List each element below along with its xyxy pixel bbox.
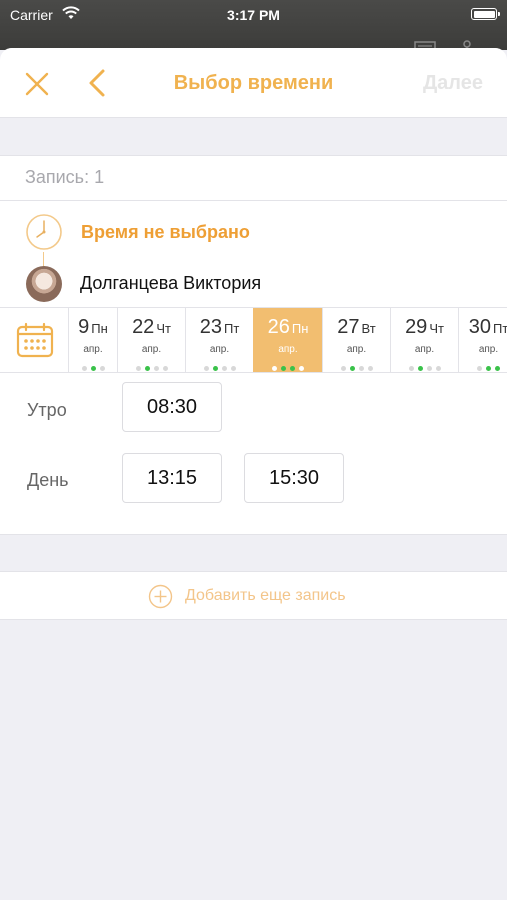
date-number: 23 Пт	[186, 316, 253, 339]
unavailable-dot	[340, 366, 346, 371]
unavailable-dot	[367, 366, 373, 371]
unavailable-dot	[99, 366, 105, 371]
available-dot	[212, 366, 218, 371]
date-item[interactable]: 23 Пт апр.	[185, 308, 253, 372]
unavailable-dot	[477, 366, 482, 371]
available-dot	[144, 366, 150, 371]
plus-circle-icon	[148, 584, 173, 609]
available-dot	[349, 366, 355, 371]
available-dot	[90, 366, 96, 371]
date-month: апр.	[141, 344, 162, 355]
unavailable-dot	[162, 366, 168, 371]
unavailable-dot	[81, 366, 87, 371]
date-number: 22 Чт	[118, 316, 185, 339]
availability-dots	[186, 358, 253, 371]
calendar-icon	[16, 322, 54, 358]
date-item[interactable]: 9 Пн апр.	[68, 308, 117, 372]
date-weekday: Пн	[91, 321, 108, 336]
date-day: 30	[468, 316, 491, 338]
date-weekday: Чт	[429, 321, 444, 336]
date-day: 9	[78, 316, 90, 338]
date-weekday: Пт	[492, 321, 507, 336]
unavailable-dot	[435, 366, 441, 371]
date-number: 30 Пт	[459, 316, 507, 339]
date-weekday: Вт	[361, 321, 376, 336]
record-label: Запись: 1	[25, 167, 105, 187]
date-month: апр.	[346, 344, 367, 355]
unavailable-dot	[358, 366, 364, 371]
booking-sheet: Выбор времени Далее Запись: 1 Время не в…	[0, 48, 507, 900]
battery-icon	[471, 8, 500, 20]
date-number: 29 Чт	[391, 316, 458, 339]
calendar-button[interactable]	[0, 308, 68, 372]
morning-label: Утро	[27, 400, 67, 420]
status-time: 3:17 PM	[227, 7, 280, 23]
date-number: 27 Вт	[323, 316, 390, 339]
add-record-label: Добавить еще запись	[185, 587, 346, 604]
date-month: апр.	[209, 344, 230, 355]
date-item[interactable]: 22 Чт апр.	[117, 308, 185, 372]
available-dot	[290, 366, 295, 371]
availability-dots	[323, 358, 390, 371]
date-weekday: Пн	[291, 321, 309, 336]
unavailable-dot	[230, 366, 236, 371]
available-dot	[495, 366, 500, 371]
navigation-bar: Выбор времени Далее	[0, 48, 507, 118]
master-name: Долганцева Виктория	[80, 273, 262, 293]
status-bar: Carrier 3:17 PM	[0, 0, 507, 52]
record-card: Запись: 1 Время не выбрано Долганцева Ви…	[0, 155, 507, 535]
date-day: 26	[267, 316, 290, 338]
date-weekday: Пт	[223, 321, 240, 336]
unavailable-dot	[203, 366, 209, 371]
date-month: апр.	[478, 344, 499, 355]
date-day: 29	[405, 316, 428, 338]
unavailable-dot	[135, 366, 141, 371]
unavailable-dot	[408, 366, 414, 371]
day-label: День	[27, 470, 69, 490]
date-day: 23	[199, 316, 222, 338]
date-weekday: Чт	[156, 321, 171, 336]
date-day: 27	[337, 316, 360, 338]
unavailable-dot	[221, 366, 227, 371]
date-number: 9 Пн	[69, 316, 117, 339]
next-button[interactable]: Далее	[423, 72, 483, 95]
available-dot	[486, 366, 491, 371]
date-month: апр.	[414, 344, 435, 355]
date-item[interactable]: 30 Пт апр.	[458, 308, 507, 372]
date-strip[interactable]: 9 Пн апр. 22 Чт апр. 23 Пт апр. 26 Пн апр. 27 Вт апр. 2…	[0, 307, 507, 373]
unavailable-dot	[153, 366, 159, 371]
availability-dots	[391, 358, 458, 371]
unavailable-dot	[272, 366, 277, 371]
date-day: 22	[132, 316, 155, 338]
add-record-button[interactable]: Добавить еще запись	[0, 571, 507, 620]
available-dot	[281, 366, 286, 371]
time-slot-button[interactable]: 08:30	[122, 382, 222, 432]
availability-dots	[69, 358, 117, 371]
time-slot-button[interactable]: 15:30	[244, 453, 344, 503]
time-slot-button[interactable]: 13:15	[122, 453, 222, 503]
unavailable-dot	[426, 366, 432, 371]
time-status: Время не выбрано	[81, 222, 250, 242]
date-month: апр.	[278, 344, 298, 355]
divider	[0, 200, 507, 201]
master-avatar	[26, 266, 62, 302]
date-item[interactable]: 26 Пн апр.	[253, 308, 322, 372]
available-dot	[417, 366, 423, 371]
availability-dots	[254, 358, 322, 371]
clock-icon	[26, 214, 62, 250]
date-number: 26 Пн	[254, 316, 322, 339]
date-item[interactable]: 27 Вт апр.	[322, 308, 390, 372]
date-item[interactable]: 29 Чт апр.	[390, 308, 458, 372]
availability-dots	[459, 358, 507, 371]
availability-dots	[118, 358, 185, 371]
date-month: апр.	[83, 344, 103, 355]
unavailable-dot	[299, 366, 304, 371]
